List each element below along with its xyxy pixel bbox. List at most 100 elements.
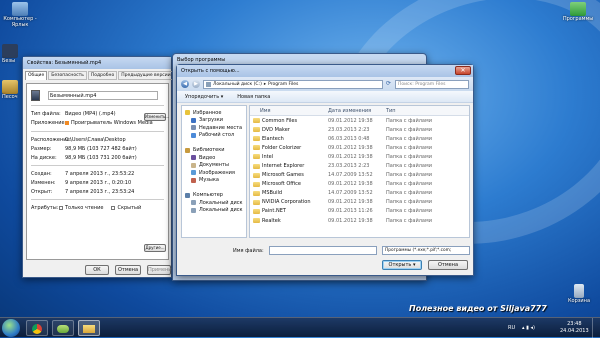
desktop-icon-label: Корзина <box>567 298 591 304</box>
tray-icons[interactable]: ▴ ▮ ◂) <box>522 325 535 331</box>
desktop-icon-recycle-bin[interactable]: Корзина <box>566 284 592 304</box>
properties-titlebar[interactable]: Свойства: Безымянный.mp4 <box>23 57 171 69</box>
app-icon <box>57 325 69 333</box>
file-row[interactable]: MSBuild 14.07.2009 13:52 Папка с файлами <box>250 189 469 198</box>
new-folder-button[interactable]: Новая папка <box>237 94 270 100</box>
desktop-icon-sandbox[interactable]: Песоч <box>2 80 18 100</box>
folder-icon <box>253 145 260 151</box>
nav-tree-item[interactable]: Избранное <box>182 109 246 117</box>
desktop-icon-video[interactable]: Безы <box>2 44 18 64</box>
nav-tree-item[interactable]: Локальный диск <box>182 199 246 207</box>
file-row[interactable]: NVIDIA Corporation 09.01.2012 19:38 Папка … <box>250 198 469 207</box>
column-type[interactable]: Тип <box>386 108 396 114</box>
apply-button[interactable]: Применить <box>147 265 177 275</box>
nav-tree-item[interactable]: Музыка <box>182 177 246 185</box>
file-row[interactable]: Microsoft Office 09.01.2012 19:38 Папка с … <box>250 180 469 189</box>
file-row[interactable]: Intel 09.01.2012 19:38 Папка с файлами <box>250 152 469 161</box>
list-header: Имя Дата изменения Тип <box>250 106 469 116</box>
forward-icon[interactable]: ▶ <box>192 80 200 88</box>
show-desktop-button[interactable] <box>592 318 600 338</box>
nav-tree-item[interactable]: Локальный диск <box>182 207 246 215</box>
back-icon[interactable]: ◀ <box>181 80 189 88</box>
nav-tree-item[interactable]: Компьютер <box>182 192 246 200</box>
folder-icon <box>570 2 586 16</box>
tab-previous-versions[interactable]: Предыдущие версии <box>118 71 174 80</box>
desktop-icon-label: Программы <box>562 16 594 22</box>
nav-tree-item[interactable]: Загрузки <box>182 117 246 125</box>
folder-icon <box>253 199 260 205</box>
folder-icon <box>253 181 260 187</box>
refresh-icon[interactable]: ⟳ <box>386 81 392 87</box>
file-type-select[interactable]: Программы (*.exe;*.pif;*.com; <box>382 246 470 255</box>
file-row[interactable]: Elantech 06.03.2013 0:48 Папка с файлами <box>250 134 469 143</box>
tab-details[interactable]: Подробно <box>87 71 118 80</box>
folder-icon <box>253 208 260 214</box>
navigation-pane: Избранное Загрузки Недавние места Рабочий с… <box>181 105 247 238</box>
open-with-titlebar[interactable]: Открыть с помощью... ✕ <box>177 65 473 77</box>
file-row[interactable]: Internet Explorer 23.03.2013 2:23 Папка с … <box>250 161 469 170</box>
hidden-checkbox[interactable] <box>111 205 116 210</box>
readonly-checkbox[interactable] <box>59 205 63 210</box>
filename-label: Имя файла: <box>233 248 264 254</box>
filename-field[interactable]: Безымянный.mp4 <box>48 90 158 100</box>
taskbar-explorer[interactable] <box>78 320 100 336</box>
file-date: 09.01.2012 19:38 <box>328 117 373 124</box>
breadcrumb-folder[interactable]: Program Files <box>268 82 298 87</box>
file-name: MSBuild <box>250 190 328 196</box>
folder-icon <box>253 154 260 160</box>
nav-item-icon <box>191 132 196 138</box>
folder-icon <box>253 172 260 178</box>
nav-item-icon <box>191 177 196 183</box>
address-bar[interactable]: Локальный диск (C:) ▸ Program Files <box>203 79 383 89</box>
nav-tree-item[interactable]: Видео <box>182 154 246 162</box>
desktop-icon-computer[interactable]: Компьютер - Ярлык <box>2 2 38 28</box>
column-date[interactable]: Дата изменения <box>328 108 386 114</box>
search-input[interactable]: Поиск: Program Files <box>395 79 469 89</box>
computer-icon <box>12 2 28 16</box>
nav-tree-item[interactable]: Библиотеки <box>182 147 246 155</box>
file-type: Папка с файлами <box>386 163 432 170</box>
nav-tree-item <box>182 139 246 147</box>
nav-tree-item[interactable]: Документы <box>182 162 246 170</box>
nav-item-icon <box>185 110 190 116</box>
language-indicator[interactable]: RU <box>508 325 515 331</box>
desktop-icon-programs[interactable]: Программы <box>558 2 598 22</box>
nav-tree-item[interactable]: Недавние места <box>182 124 246 132</box>
opened-row: Открыт: 7 апреля 2013 г., 23:53:24 <box>31 188 135 195</box>
change-button[interactable]: Изменить... <box>144 113 169 121</box>
nav-item-icon <box>191 207 196 213</box>
folder-icon <box>253 136 260 142</box>
close-button[interactable]: ✕ <box>455 66 471 75</box>
chrome-icon <box>32 324 42 334</box>
dialog-cancel-button[interactable]: Отмена <box>428 260 468 270</box>
ok-button[interactable]: ОК <box>85 265 109 275</box>
taskbar-chrome[interactable] <box>26 320 48 336</box>
nav-tree-item[interactable]: Рабочий стол <box>182 132 246 140</box>
organize-button[interactable]: Упорядочить ▾ <box>185 94 223 100</box>
file-row[interactable]: DVD Maker 23.03.2013 2:23 Папка с файлами <box>250 125 469 134</box>
breadcrumb-drive[interactable]: Локальный диск (C:) <box>213 82 262 87</box>
file-row[interactable]: Folder Colorizer 09.01.2012 19:38 Папка с … <box>250 143 469 152</box>
file-row[interactable]: Common Files 09.01.2012 19:38 Папка с файл… <box>250 116 469 125</box>
tab-security[interactable]: Безопасность <box>48 71 87 80</box>
filename-input[interactable] <box>269 246 377 255</box>
taskbar-app[interactable] <box>52 320 74 336</box>
created-row: Создан: 7 апреля 2013 г., 23:53:22 <box>31 170 135 177</box>
file-row[interactable]: Realtek 09.01.2012 19:38 Папка с файлами <box>250 216 469 225</box>
clock[interactable]: 23:48 24.04.2013 <box>560 321 589 335</box>
attributes-row: Атрибуты: Только чтение Скрытый <box>31 204 142 211</box>
folder-icon <box>253 218 260 224</box>
file-type: Папка с файлами <box>386 199 432 206</box>
start-button[interactable] <box>2 319 20 337</box>
desktop-icon-label: Безы <box>2 58 16 64</box>
column-name[interactable]: Имя <box>250 108 328 114</box>
file-row[interactable]: Microsoft Games 14.07.2009 13:52 Папка с ф… <box>250 171 469 180</box>
open-button[interactable]: Открыть ▾ <box>382 260 422 270</box>
file-row[interactable]: Paint.NET 09.01.2013 11:26 Папка с файлами <box>250 207 469 216</box>
file-type: Папка с файлами <box>386 135 432 142</box>
other-attributes-button[interactable]: Другие... <box>144 244 166 252</box>
cancel-button[interactable]: Отмена <box>115 265 141 275</box>
nav-tree-item[interactable]: Изображения <box>182 169 246 177</box>
desktop-icon-label: Компьютер - Ярлык <box>3 16 37 28</box>
tab-general[interactable]: Общие <box>25 71 48 80</box>
